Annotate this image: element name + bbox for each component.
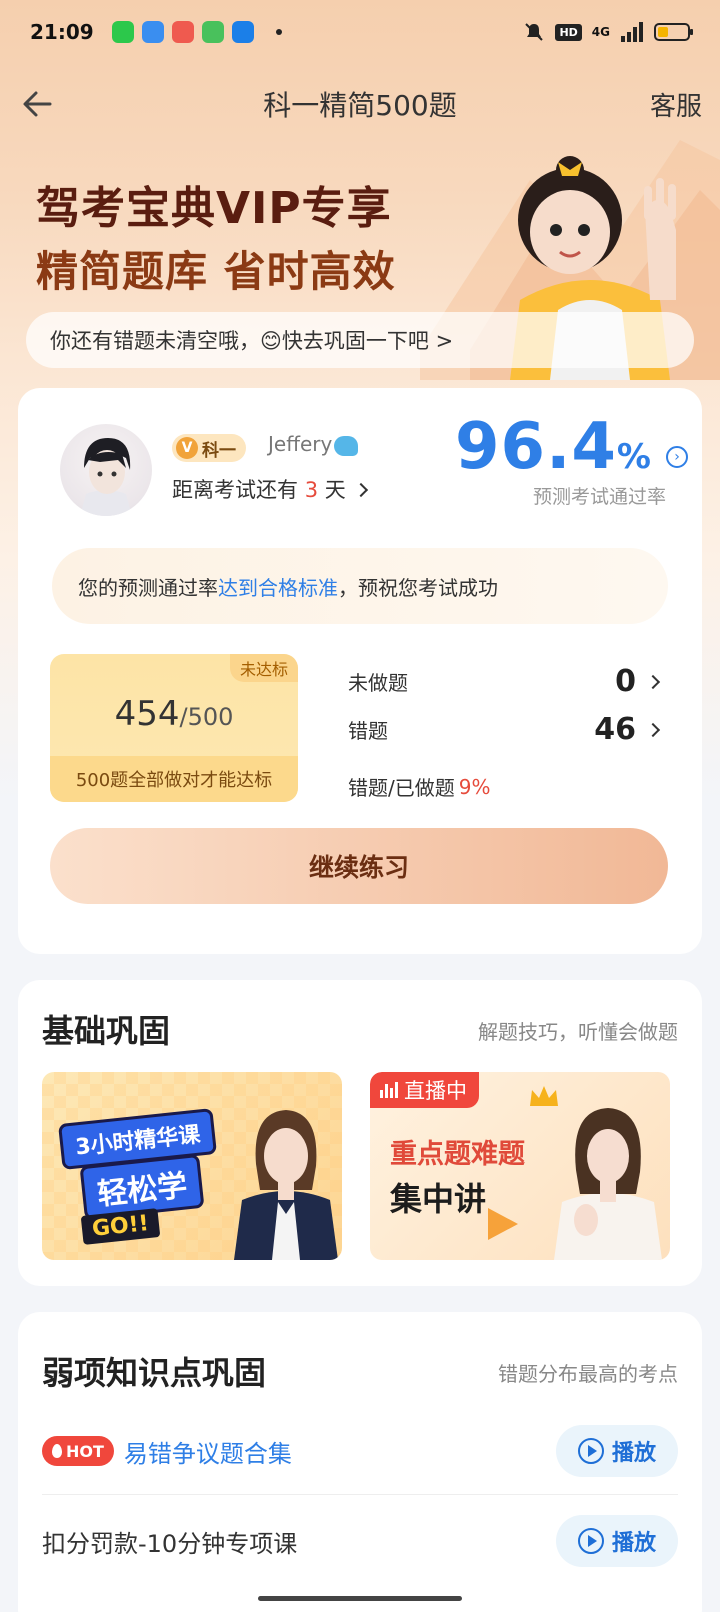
- subject-badge: V 科一: [172, 434, 246, 462]
- exam-countdown[interactable]: 距离考试还有 3 天: [172, 474, 369, 504]
- status-indicators: HD 4G: [523, 21, 693, 43]
- pass-message-before: 您的预测通过率: [78, 575, 218, 600]
- avatar[interactable]: [60, 424, 152, 516]
- wrong-questions-tip[interactable]: 你还有错题未清空哦，😊快去巩固一下吧 >: [26, 312, 694, 368]
- alipay-app-icon: [231, 21, 254, 43]
- wrong-ratio-row: 错题/已做题 9%: [348, 772, 658, 801]
- wrong-label: 错题: [348, 719, 388, 743]
- play-icon: [577, 1528, 604, 1554]
- basic-consolidation-card: 基础巩固 解题技巧，听懂会做题 3小时精华课 轻松学 GO!! 直播中 重点题难…: [18, 980, 702, 1286]
- battery-fill: [658, 27, 668, 37]
- wrong-questions-row[interactable]: 错题 46: [348, 712, 661, 747]
- pass-rate[interactable]: 96.4%: [455, 410, 652, 484]
- pass-message-after: ，预祝您考试成功: [338, 575, 498, 600]
- hero-headline: 驾考宝典VIP专享: [36, 183, 392, 234]
- battery-icon: [654, 23, 693, 41]
- username-text: Jeffery: [268, 432, 333, 456]
- avatar-image: [80, 438, 132, 516]
- progress-count: 454/500: [50, 694, 298, 734]
- play-button[interactable]: 播放: [556, 1425, 678, 1477]
- pass-rate-unit: %: [616, 437, 652, 477]
- list-item[interactable]: 扣分罚款-10分钟专项课 播放: [42, 1498, 678, 1584]
- weak-section-subtitle: 错题分布最高的考点: [498, 1362, 678, 1386]
- ratio-label: 错题/已做题: [348, 776, 455, 800]
- list-item-title: 扣分罚款-10分钟专项课: [42, 1529, 298, 1558]
- hd-badge: HD: [555, 23, 582, 41]
- continue-practice-button[interactable]: 继续练习: [50, 828, 668, 904]
- weak-points-card: 弱项知识点巩固 错题分布最高的考点 HOT 易错争议题合集 播放 扣分罚款-10…: [18, 1312, 702, 1612]
- dolphin-icon: [334, 435, 359, 456]
- chevron-right-icon: [645, 722, 661, 737]
- wrong-value: 46: [594, 712, 636, 747]
- instructor-photo: [234, 1110, 338, 1260]
- progress-footer: 500题全部做对才能达标: [50, 756, 298, 802]
- weak-section-title: 弱项知识点巩固: [42, 1354, 267, 1392]
- top-nav: 科一精简500题 客服: [0, 72, 720, 136]
- play-triangle-icon: [488, 1208, 518, 1240]
- live-tag: 直播中: [370, 1072, 479, 1108]
- notification-app-icons: [111, 21, 282, 43]
- pass-message-highlight: 达到合格标准: [218, 575, 338, 600]
- green-app-icon: [201, 21, 224, 43]
- play-label: 播放: [611, 1441, 656, 1466]
- chevron-right-icon: [354, 482, 369, 498]
- list-item[interactable]: HOT 易错争议题合集 播放: [42, 1408, 678, 1494]
- basic-section-title: 基础巩固: [42, 1012, 171, 1050]
- pass-rate-label: 预测考试通过率: [532, 486, 666, 508]
- live-line1: 重点题难题: [390, 1139, 525, 1170]
- live-instructor-photo: [554, 1108, 662, 1260]
- undone-value: 0: [615, 664, 636, 699]
- live-label: 直播中: [404, 1079, 467, 1103]
- divider: [42, 1494, 678, 1495]
- red-app-icon: [171, 21, 194, 43]
- username: Jeffery: [268, 432, 359, 456]
- flame-icon: [52, 1444, 62, 1458]
- video-app-icon: [141, 21, 164, 43]
- live-class-banner[interactable]: 直播中 重点题难题 集中讲: [370, 1072, 670, 1260]
- ratio-value: 9%: [458, 774, 491, 799]
- play-label: 播放: [611, 1531, 656, 1556]
- home-indicator[interactable]: [258, 1596, 462, 1601]
- status-time: 21:09: [30, 20, 94, 44]
- list-item-title: 易错争议题合集: [123, 1439, 292, 1468]
- days-prefix: 距离考试还有: [172, 478, 298, 502]
- progress-box[interactable]: 未达标 454/500 500题全部做对才能达标: [50, 654, 298, 802]
- iqiyi-app-icon: [111, 21, 134, 43]
- days-value: 3: [304, 478, 319, 502]
- signal-icon: [621, 22, 643, 42]
- course-promo-banner[interactable]: 3小时精华课 轻松学 GO!!: [42, 1072, 342, 1260]
- chevron-right-icon: [645, 674, 661, 689]
- tip-text: 你还有错题未清空哦，😊快去巩固一下吧 >: [50, 329, 454, 353]
- play-icon: [577, 1438, 604, 1464]
- unreached-tag: 未达标: [229, 654, 298, 682]
- hot-tag: HOT: [42, 1436, 114, 1466]
- pass-message: 您的预测通过率 达到合格标准 ，预祝您考试成功: [52, 548, 668, 624]
- undone-questions-row[interactable]: 未做题 0: [348, 664, 661, 699]
- basic-section-subtitle: 解题技巧，听懂会做题: [478, 1020, 678, 1044]
- more-dot-icon: [275, 29, 282, 35]
- live-line2: 集中讲: [390, 1180, 487, 1218]
- undone-label: 未做题: [348, 671, 408, 695]
- page-title: 科一精简500题: [263, 89, 457, 122]
- customer-service-link[interactable]: 客服: [650, 86, 702, 123]
- vip-v-icon: V: [176, 437, 198, 459]
- days-suffix: 天: [324, 478, 346, 502]
- live-bars-icon: [380, 1082, 398, 1098]
- play-button[interactable]: 播放: [556, 1515, 678, 1567]
- progress-total: /500: [179, 703, 234, 731]
- progress-card: V 科一 Jeffery 距离考试还有 3 天 96.4% › 预测考试通过率 …: [18, 388, 702, 954]
- pass-rate-detail-icon[interactable]: ›: [666, 446, 688, 468]
- status-bar: 21:09 HD 4G: [0, 0, 720, 64]
- hero-subheadline: 精简题库 省时高效: [36, 247, 396, 296]
- subject-badge-label: 科一: [202, 440, 236, 461]
- hot-label: HOT: [66, 1441, 104, 1461]
- network-type: 4G: [591, 25, 610, 39]
- mute-bell-icon: [525, 23, 544, 41]
- back-arrow-icon[interactable]: [20, 84, 60, 124]
- progress-done: 454: [114, 694, 180, 734]
- pass-rate-value: 96.4: [455, 410, 617, 484]
